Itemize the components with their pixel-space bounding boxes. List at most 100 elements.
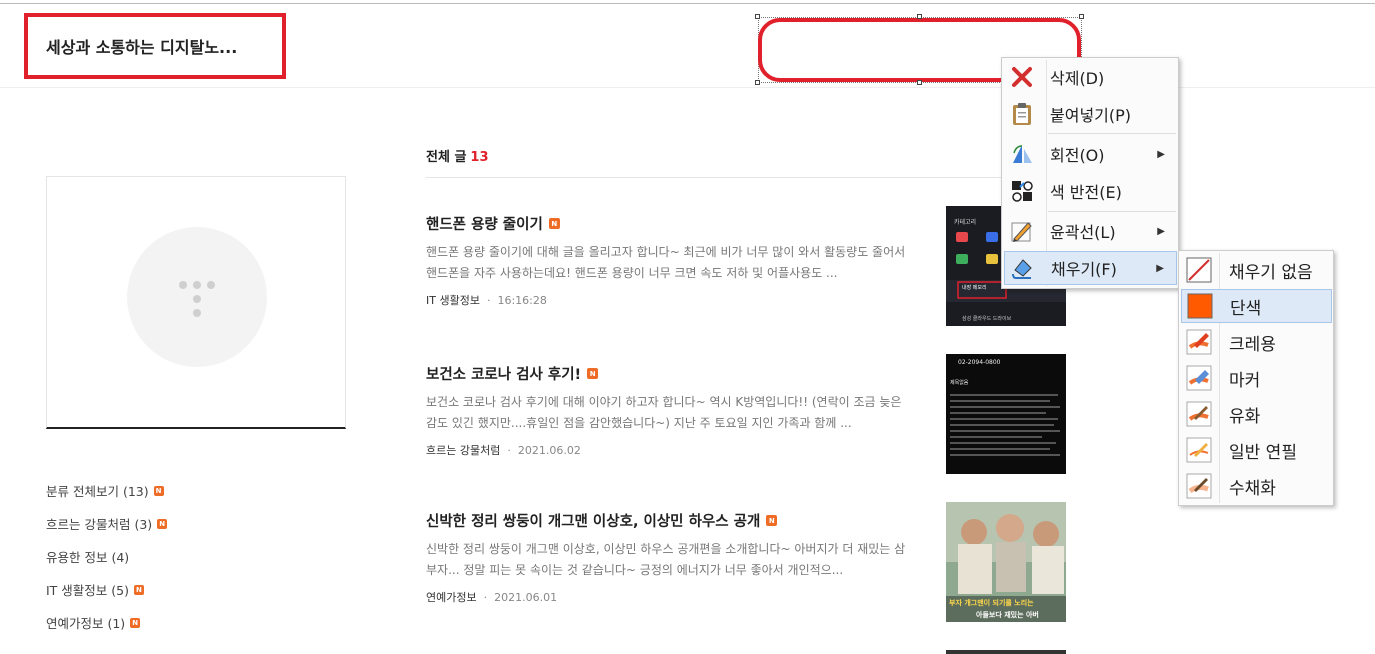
post-date: 2021.06.01 bbox=[494, 591, 558, 604]
category-item-it[interactable]: IT 생활정보 (5) N bbox=[46, 573, 167, 606]
submenu-item-label: 마커 bbox=[1229, 370, 1261, 391]
context-menu: 삭제(D) 붙여넣기(P) 회전(O) ▶ 색 반전(E) 윤곽선(L) ▶ 채… bbox=[1001, 57, 1179, 289]
rotate-icon bbox=[1004, 143, 1040, 165]
menu-separator bbox=[1048, 133, 1176, 134]
resize-handle-ne[interactable] bbox=[1079, 14, 1084, 19]
resize-handle-sw[interactable] bbox=[755, 80, 760, 85]
category-item-all[interactable]: 분류 전체보기 (13) N bbox=[46, 474, 167, 507]
submenu-item-pencil[interactable]: 일반 연필 bbox=[1181, 433, 1332, 467]
thumb-text: 02-2094-0800 bbox=[958, 359, 1001, 366]
total-count: 13 bbox=[470, 150, 489, 165]
paste-icon bbox=[1004, 102, 1040, 126]
menu-item-label: 채우기(F) bbox=[1051, 260, 1117, 279]
menu-item-delete[interactable]: 삭제(D) bbox=[1004, 60, 1177, 94]
category-list: 분류 전체보기 (13) N 흐르는 강물처럼 (3) N 유용한 정보 (4)… bbox=[46, 474, 168, 639]
category-item-river[interactable]: 흐르는 강물처럼 (3) N bbox=[46, 507, 168, 540]
submenu-item-crayon[interactable]: 크레용 bbox=[1181, 325, 1332, 359]
fill-submenu: 채우기 없음 단색 크레용 마커 유화 일반 연필 수채화 bbox=[1178, 250, 1334, 506]
meta-separator: · bbox=[507, 444, 511, 457]
submenu-item-solid[interactable]: 단색 bbox=[1181, 289, 1332, 323]
marker-icon bbox=[1181, 365, 1217, 391]
pencil-icon bbox=[1181, 437, 1217, 463]
meta-separator: · bbox=[486, 294, 491, 307]
post-item[interactable]: 신박한 정리 쌍둥이 개그맨 이상호, 이상민 하우스 공개 N 신박한 정리 … bbox=[426, 502, 1066, 622]
submenu-item-marker[interactable]: 마커 bbox=[1181, 361, 1332, 395]
fill-bucket-icon bbox=[1005, 256, 1041, 280]
meta-separator: · bbox=[483, 591, 488, 604]
total-label-text: 전체 글 bbox=[426, 150, 467, 165]
thumb-text: 카테고리 bbox=[954, 218, 976, 226]
post-category[interactable]: IT 생활정보 bbox=[426, 294, 480, 307]
submenu-item-oil-paint[interactable]: 유화 bbox=[1181, 397, 1332, 431]
post-thumbnail[interactable]: 02-2094-0800 제목없음 bbox=[946, 354, 1066, 474]
post-excerpt: 보건소 코로나 검사 후기에 대해 이야기 하고자 합니다~ 역시 K방역입니다… bbox=[426, 395, 902, 430]
text-message-screenshot: 02-2094-0800 제목없음 bbox=[946, 354, 1066, 474]
profile-box bbox=[46, 176, 346, 429]
submenu-item-no-fill[interactable]: 채우기 없음 bbox=[1181, 253, 1332, 287]
avatar-logo-dot bbox=[193, 309, 201, 317]
submenu-arrow-icon: ▶ bbox=[1156, 262, 1164, 274]
menu-item-fill[interactable]: 채우기(F) ▶ bbox=[1004, 251, 1177, 285]
total-posts-label: 전체 글 13 bbox=[426, 146, 489, 165]
menu-item-outline[interactable]: 윤곽선(L) ▶ bbox=[1004, 214, 1177, 248]
submenu-item-label: 채우기 없음 bbox=[1229, 262, 1313, 283]
menu-item-label: 회전(O) bbox=[1050, 146, 1105, 165]
new-badge: N bbox=[766, 515, 778, 526]
menu-item-paste[interactable]: 붙여넣기(P) bbox=[1004, 97, 1177, 131]
post-category[interactable]: 흐르는 강물처럼 bbox=[426, 444, 500, 457]
blog-title[interactable]: 세상과 소통하는 디지탈노... bbox=[46, 34, 237, 58]
resize-handle-s[interactable] bbox=[917, 80, 922, 85]
post-title-text: 보건소 코로나 검사 후기! bbox=[426, 367, 582, 383]
post-item[interactable]: 핸드폰 용량 줄이기 N 핸드폰 용량 줄이기에 대해 글을 올리고자 합니다~… bbox=[426, 206, 1066, 326]
category-label: 흐르는 강물처럼 (3) bbox=[46, 517, 153, 532]
menu-item-label: 삭제(D) bbox=[1050, 69, 1105, 88]
post-thumbnail-partial[interactable] bbox=[946, 650, 1066, 654]
post-category[interactable]: 연예가정보 bbox=[426, 591, 477, 604]
new-badge: N bbox=[587, 368, 599, 379]
post-title-text: 핸드폰 용량 줄이기 bbox=[426, 217, 543, 233]
blog-title-highlight-box: 세상과 소통하는 디지탈노... bbox=[24, 13, 286, 79]
menu-item-label: 색 반전(E) bbox=[1050, 183, 1122, 202]
submenu-item-watercolor[interactable]: 수채화 bbox=[1181, 469, 1332, 503]
submenu-item-label: 일반 연필 bbox=[1229, 442, 1297, 463]
submenu-arrow-icon: ▶ bbox=[1157, 225, 1165, 237]
menu-item-label: 윤곽선(L) bbox=[1050, 223, 1116, 242]
post-date: 2021.06.02 bbox=[517, 444, 581, 457]
window-top-border bbox=[0, 3, 1375, 4]
avatar[interactable] bbox=[127, 227, 267, 367]
thumb-text: 제목없음 bbox=[950, 379, 969, 386]
thumb-text: 부자 개그맨이 되기를 노리는 bbox=[949, 598, 1034, 607]
submenu-item-label: 수채화 bbox=[1229, 478, 1276, 499]
avatar-logo-dot bbox=[207, 281, 215, 289]
new-badge: N bbox=[157, 518, 168, 529]
submenu-item-label: 유화 bbox=[1229, 406, 1261, 427]
post-item[interactable]: 보건소 코로나 검사 후기! N 보건소 코로나 검사 후기에 대해 이야기 하… bbox=[426, 354, 1066, 474]
new-badge: N bbox=[130, 617, 141, 628]
avatar-logo-icon bbox=[179, 281, 187, 289]
resize-handle-nw[interactable] bbox=[755, 14, 760, 19]
submenu-item-label: 크레용 bbox=[1229, 334, 1276, 355]
menu-item-rotate[interactable]: 회전(O) ▶ bbox=[1004, 137, 1177, 171]
category-label: 분류 전체보기 (13) bbox=[46, 484, 149, 499]
category-label: 연예가정보 (1) bbox=[46, 616, 126, 631]
new-badge: N bbox=[133, 584, 144, 595]
thumb-text: 아들보다 재밌는 아버 bbox=[976, 610, 1039, 619]
submenu-item-label: 단색 bbox=[1230, 298, 1262, 319]
category-item-entertainment[interactable]: 연예가정보 (1) N bbox=[46, 606, 167, 639]
oil-paint-icon bbox=[1181, 401, 1217, 427]
outline-pencil-icon bbox=[1004, 219, 1040, 243]
category-item-useful[interactable]: 유용한 정보 (4) bbox=[46, 540, 167, 573]
watercolor-icon bbox=[1181, 473, 1217, 499]
new-badge: N bbox=[153, 485, 164, 496]
resize-handle-n[interactable] bbox=[917, 14, 922, 19]
new-badge: N bbox=[548, 218, 560, 229]
post-title-text: 신박한 정리 쌍둥이 개그맨 이상호, 이상민 하우스 공개 bbox=[426, 514, 761, 530]
menu-item-invert-color[interactable]: 색 반전(E) bbox=[1004, 174, 1177, 208]
avatar-logo-dot bbox=[193, 295, 201, 303]
post-date: 16:16:28 bbox=[497, 294, 547, 307]
post-thumbnail[interactable]: 부자 개그맨이 되기를 노리는 아들보다 재밌는 아버 bbox=[946, 502, 1066, 622]
invert-color-icon bbox=[1004, 179, 1040, 203]
list-divider bbox=[426, 177, 1066, 178]
menu-separator bbox=[1048, 211, 1176, 212]
thumb-text: 내장 메모리 bbox=[962, 284, 987, 291]
